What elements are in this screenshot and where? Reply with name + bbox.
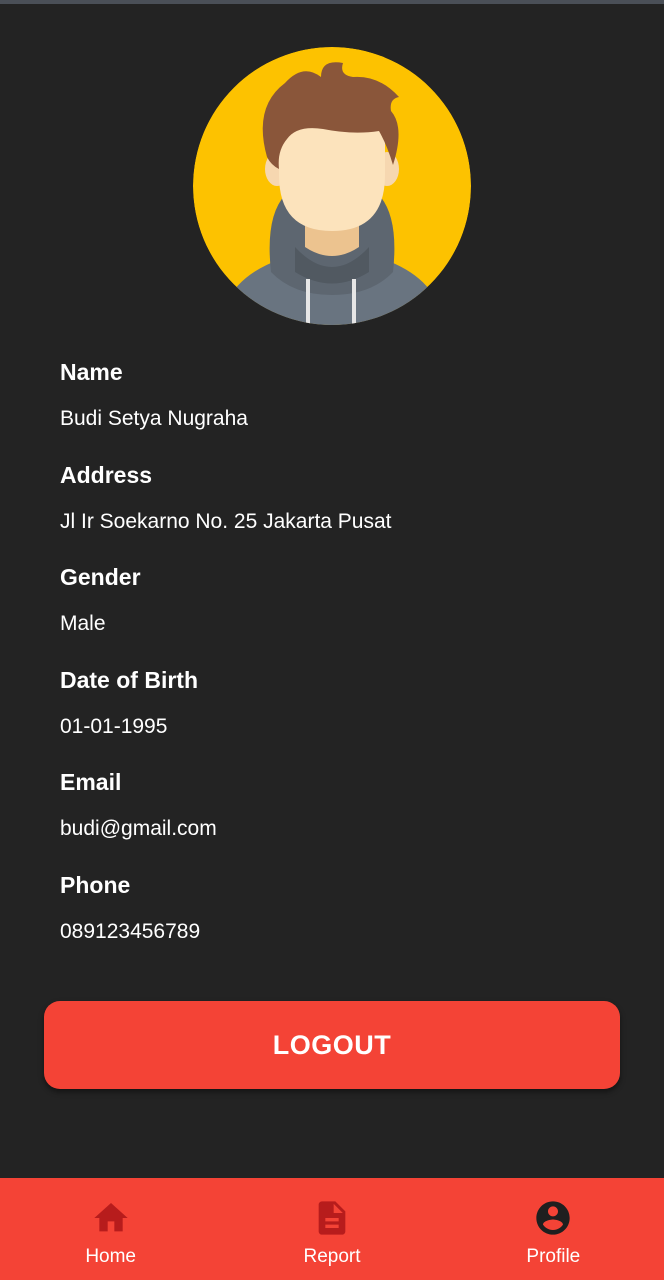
avatar — [193, 47, 471, 325]
email-label: Email — [60, 769, 122, 795]
gender-field: Gender Male — [60, 562, 620, 664]
nav-label-report: Report — [303, 1246, 361, 1267]
address-field: Address Jl Ir Soekarno No. 25 Jakarta Pu… — [60, 460, 620, 562]
phone-value: 089123456789 — [60, 919, 201, 943]
phone-label: Phone — [60, 871, 131, 898]
nav-item-report[interactable]: Report — [221, 1178, 442, 1280]
gender-value: Male — [60, 612, 106, 635]
address-label: Address — [60, 461, 153, 488]
nav-label-profile: Profile — [526, 1246, 581, 1267]
user-avatar-illustration — [193, 47, 471, 325]
email-value: budi@gmail.com — [60, 817, 217, 840]
logout-button[interactable]: LOGOUT — [44, 1001, 620, 1089]
home-icon — [93, 1203, 128, 1232]
date-of-birth-value: 01-01-1995 — [60, 714, 168, 738]
name-label: Name — [60, 359, 123, 385]
status-bar-edge — [0, 0, 664, 4]
name-value: Budi Setya Nugraha — [60, 407, 248, 430]
gender-label: Gender — [60, 564, 141, 590]
nav-item-profile[interactable]: Profile — [443, 1178, 664, 1280]
email-field: Email budi@gmail.com — [60, 767, 620, 869]
date-of-birth-field: Date of Birth 01-01-1995 — [60, 665, 620, 767]
address-value: Jl Ir Soekarno No. 25 Jakarta Pusat — [60, 509, 392, 533]
nav-item-home[interactable]: Home — [0, 1178, 221, 1280]
profile-icon — [536, 1201, 570, 1235]
report-icon — [318, 1201, 346, 1235]
bottom-navigation: Home Report Profile — [0, 1178, 664, 1280]
profile-details: Name Budi Setya Nugraha Address Jl Ir So… — [60, 356, 620, 971]
name-field: Name Budi Setya Nugraha — [60, 357, 620, 459]
date-of-birth-label: Date of Birth — [60, 666, 198, 693]
phone-field: Phone 089123456789 — [60, 870, 620, 972]
nav-label-home: Home — [85, 1246, 136, 1267]
